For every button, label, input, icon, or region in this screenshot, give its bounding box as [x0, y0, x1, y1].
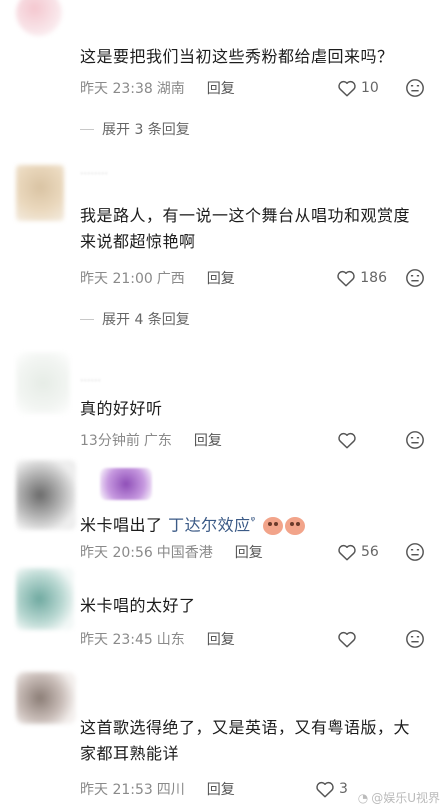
comment-time: 昨天 23:45 — [80, 632, 153, 648]
dislike-face-icon[interactable] — [405, 542, 425, 562]
reply-button[interactable]: 回复 — [235, 542, 263, 562]
like-count: 186 — [360, 270, 387, 286]
comment-location: 中国香港 — [156, 545, 213, 561]
comment-meta: 昨天 21:00 广西 回复 186 — [80, 267, 425, 289]
comment-meta: 13分钟前 广东 回复 — [80, 429, 425, 451]
divider — [80, 128, 94, 130]
heart-outline-icon — [338, 631, 356, 648]
comment-text-line: 这首歌选得绝了，又是英语，又有粤语版，大 — [80, 718, 411, 737]
comment-text-line: 来说都超惊艳啊 — [80, 232, 196, 251]
heart-outline-icon — [338, 80, 356, 97]
comment-text: 我是路人，有一说一这个舞台从唱功和观赏度 来说都超惊艳啊 — [80, 203, 425, 255]
search-link[interactable]: 丁达尔效应 — [168, 515, 251, 534]
comment-text: 这是要把我们当初这些秀粉都给虐回来吗？ — [80, 47, 394, 66]
comment-time: 昨天 23:38 — [80, 81, 153, 97]
comment-location: 山东 — [156, 632, 185, 648]
comment-text-line: 我是路人，有一说一这个舞台从唱功和观赏度 — [80, 206, 411, 225]
comment-location: 湖南 — [156, 81, 185, 97]
divider — [80, 318, 94, 320]
username[interactable]: ········ — [80, 167, 108, 180]
comment-meta: 昨天 23:38 湖南 回复 10 — [80, 77, 425, 99]
avatar[interactable] — [16, 568, 74, 630]
heart-outline-icon — [337, 270, 355, 287]
like-count: 10 — [361, 80, 379, 96]
expand-replies-button[interactable]: 展开 3 条回复 — [80, 118, 190, 140]
comment-text: 真的好好听 — [80, 399, 163, 418]
pig-emoji-icon — [285, 516, 306, 535]
watermark-text: @娱乐U视界 — [371, 791, 440, 805]
comment-text: 这首歌选得绝了，又是英语，又有粤语版，大 家都耳熟能详 — [80, 715, 425, 767]
comment-time: 昨天 20:56 — [80, 545, 153, 561]
reply-button[interactable]: 回复 — [207, 78, 235, 98]
reply-button[interactable]: 回复 — [207, 629, 235, 649]
comment-text-line: 家都耳熟能详 — [80, 744, 180, 763]
comment-text-prefix: 米卡唱出了 — [80, 515, 169, 535]
dislike-face-icon[interactable] — [405, 629, 425, 649]
avatar[interactable] — [16, 352, 70, 414]
comment-meta: 昨天 20:56 中国香港 回复 56 — [80, 541, 425, 563]
username[interactable]: · — [100, 468, 152, 500]
like-button[interactable]: 56 — [337, 543, 387, 561]
like-count: 56 — [361, 544, 379, 560]
heart-outline-icon — [338, 432, 356, 449]
dislike-face-icon[interactable] — [405, 78, 425, 98]
watermark: ◔ @娱乐U视界 — [358, 789, 440, 806]
expand-replies-label: 展开 3 条回复 — [102, 122, 190, 138]
dislike-face-icon[interactable] — [405, 268, 425, 288]
pig-emoji-icon — [263, 516, 284, 535]
reply-button[interactable]: 回复 — [207, 779, 235, 799]
avatar[interactable] — [16, 672, 76, 724]
like-button[interactable]: 10 — [337, 79, 387, 97]
expand-replies-button[interactable]: 展开 4 条回复 — [80, 308, 190, 330]
dislike-face-icon[interactable] — [405, 430, 425, 450]
heart-outline-icon — [338, 544, 356, 561]
reply-button[interactable]: 回复 — [194, 430, 222, 450]
comment-text: 米卡唱的太好了 — [80, 596, 196, 615]
avatar[interactable] — [16, 0, 62, 36]
comment-time: 昨天 21:00 — [80, 271, 153, 287]
avatar[interactable] — [16, 460, 76, 530]
reply-button[interactable]: 回复 — [207, 268, 235, 288]
like-button[interactable] — [337, 431, 387, 449]
heart-outline-icon — [316, 781, 334, 798]
comment-location: 四川 — [156, 782, 185, 798]
search-icon[interactable]: ᵠ — [251, 514, 256, 527]
comment-location: 广东 — [143, 433, 172, 449]
weibo-logo-icon: ◔ — [357, 790, 369, 805]
comment-time: 13分钟前 — [80, 433, 140, 449]
avatar[interactable] — [16, 165, 64, 221]
comment-location: 广西 — [156, 271, 185, 287]
comment-text: 米卡唱出了 丁达尔效应ᵠ — [80, 508, 425, 538]
like-button[interactable] — [337, 630, 387, 648]
username[interactable]: ······ — [80, 374, 101, 387]
like-button[interactable]: 186 — [336, 269, 387, 287]
expand-replies-label: 展开 4 条回复 — [102, 312, 190, 328]
comment-meta: 昨天 23:45 山东 回复 — [80, 628, 425, 650]
comment-time: 昨天 21:53 — [80, 782, 153, 798]
